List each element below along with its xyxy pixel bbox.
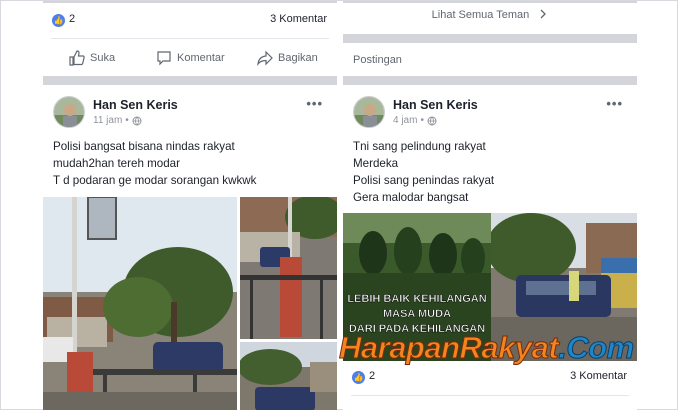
share-label: Bagikan bbox=[278, 52, 318, 64]
watermark-part: HarapanRakyat bbox=[338, 330, 559, 365]
post-photo-main[interactable] bbox=[43, 197, 237, 410]
comment-label: Komentar bbox=[177, 52, 225, 64]
divider bbox=[51, 38, 329, 39]
globe-icon bbox=[427, 116, 437, 125]
watermark-part: .Com bbox=[558, 330, 635, 365]
more-dots-icon[interactable]: ••• bbox=[606, 96, 623, 111]
post-text-line: Polisi sang penindas rakyat bbox=[353, 174, 495, 187]
post-header: Han Sen Keris 11 jam • ••• bbox=[43, 96, 337, 136]
post-author[interactable]: Han Sen Keris bbox=[393, 98, 478, 112]
section-separator bbox=[343, 34, 637, 43]
see-all-friends-link[interactable]: Lihat Semua Teman bbox=[343, 9, 637, 21]
meme-caption-line: LEBIH BAIK KEHILANGAN bbox=[347, 293, 486, 305]
top-edge bbox=[43, 1, 337, 3]
left-column: 👍 2 3 Komentar Suka Komentar Bagikan Han… bbox=[43, 1, 337, 410]
screen: 👍 2 3 Komentar Suka Komentar Bagikan Han… bbox=[0, 0, 678, 410]
section-title: Postingan bbox=[353, 54, 402, 66]
avatar[interactable] bbox=[53, 96, 85, 128]
post-author[interactable]: Han Sen Keris bbox=[93, 98, 178, 112]
post-text-line: Tni sang pelindung rakyat bbox=[353, 140, 486, 153]
like-count: 2 bbox=[69, 13, 76, 25]
share-arrow-icon bbox=[257, 50, 273, 66]
speech-bubble-icon bbox=[157, 51, 171, 66]
post-meta: 11 jam • bbox=[93, 115, 142, 126]
like-count: 2 bbox=[369, 370, 376, 382]
post-text: Polisi bangsat bisana nindas rakyat muda… bbox=[53, 138, 333, 189]
post-photo-top-right[interactable] bbox=[240, 197, 337, 339]
post-separator bbox=[43, 76, 337, 85]
post-time[interactable]: 11 jam bbox=[93, 115, 122, 126]
post-actions: Suka Komentar Bagikan bbox=[43, 43, 337, 73]
chevron-right-icon bbox=[540, 9, 547, 19]
like-badge-icon: 👍 bbox=[352, 371, 365, 384]
post-separator bbox=[343, 76, 637, 85]
post-text-line: Gera malodar bangsat bbox=[353, 191, 469, 204]
thumbs-up-icon bbox=[69, 50, 85, 66]
share-button[interactable]: Bagikan bbox=[257, 43, 318, 73]
post-text-line: mudah2han tereh modar bbox=[53, 157, 180, 170]
avatar[interactable] bbox=[353, 96, 385, 128]
comment-count[interactable]: 3 Komentar bbox=[570, 370, 627, 382]
comment-button[interactable]: Komentar bbox=[156, 43, 225, 73]
post-photo-bottom-right[interactable] bbox=[240, 342, 337, 410]
top-edge bbox=[343, 1, 637, 3]
post-text: Tni sang pelindung rakyat Merdeka Polisi… bbox=[353, 138, 633, 206]
meme-caption-line: MASA MUDA bbox=[383, 308, 451, 320]
post-text-line: T d podaran ge modar sorangan kwkwk bbox=[53, 174, 257, 187]
post-text-line: Polisi bangsat bisana nindas rakyat bbox=[53, 140, 235, 153]
reactions-bar[interactable]: 👍 2 3 Komentar bbox=[43, 9, 337, 33]
watermark-logo: HarapanRakyat.Com bbox=[338, 330, 659, 365]
see-all-label: Lihat Semua Teman bbox=[431, 9, 530, 21]
post-header: Han Sen Keris 4 jam • ••• bbox=[343, 96, 637, 136]
like-label: Suka bbox=[90, 52, 116, 64]
divider bbox=[351, 395, 629, 396]
like-button[interactable]: Suka bbox=[69, 43, 115, 73]
comment-count[interactable]: 3 Komentar bbox=[270, 13, 327, 25]
reactions-bar[interactable]: 👍 2 3 Komentar bbox=[343, 366, 637, 390]
post-text-line: Merdeka bbox=[353, 157, 399, 170]
like-badge-icon: 👍 bbox=[52, 14, 65, 27]
globe-icon bbox=[132, 116, 142, 125]
more-dots-icon[interactable]: ••• bbox=[306, 96, 323, 111]
post-time[interactable]: 4 jam bbox=[393, 115, 417, 126]
post-meta: 4 jam • bbox=[393, 115, 437, 126]
